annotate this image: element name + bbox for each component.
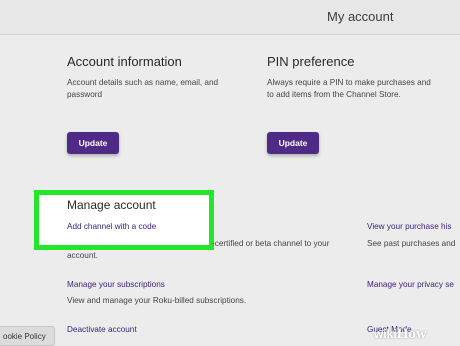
pin-desc-line1: Always require a PIN to make purchases a… bbox=[267, 78, 431, 87]
cookie-policy-button[interactable]: ookie Policy bbox=[0, 326, 55, 346]
pin-update-button[interactable]: Update bbox=[267, 132, 319, 154]
watermark-wiki: wiki bbox=[374, 327, 397, 341]
account-info-update-button[interactable]: Update bbox=[67, 132, 119, 154]
deactivate-account-link[interactable]: Deactivate account bbox=[67, 325, 137, 334]
manage-subscriptions-desc: View and manage your Roku-billed subscri… bbox=[67, 296, 247, 305]
purchase-history-desc: See past purchases and bbox=[367, 239, 456, 248]
account-info-description: Account details such as name, email, and… bbox=[67, 77, 218, 100]
watermark-how: How bbox=[396, 325, 427, 342]
add-channel-desc-line2: account. bbox=[67, 251, 98, 260]
purchase-history-link[interactable]: View your purchase his bbox=[367, 222, 452, 231]
pin-preference-heading: PIN preference bbox=[267, 54, 355, 69]
manage-subscriptions-link[interactable]: Manage your subscriptions bbox=[67, 280, 165, 289]
add-channel-desc-line1: -certified or beta channel to your bbox=[212, 239, 330, 248]
add-channel-link[interactable]: Add channel with a code bbox=[67, 222, 156, 231]
account-info-desc-line1: Account details such as name, email, and bbox=[67, 78, 219, 87]
manage-account-heading: Manage account bbox=[67, 198, 156, 212]
page-title: My account bbox=[327, 9, 394, 24]
pin-preference-description: Always require a PIN to make purchases a… bbox=[267, 77, 431, 100]
wikihow-watermark: wiki How bbox=[374, 323, 427, 345]
top-bar: My account bbox=[0, 0, 460, 35]
pin-desc-line2: to add items from the Channel Store. bbox=[267, 89, 401, 99]
account-info-desc-line2: password bbox=[67, 89, 103, 99]
account-info-heading: Account information bbox=[67, 54, 182, 69]
privacy-settings-link[interactable]: Manage your privacy se bbox=[367, 280, 454, 289]
